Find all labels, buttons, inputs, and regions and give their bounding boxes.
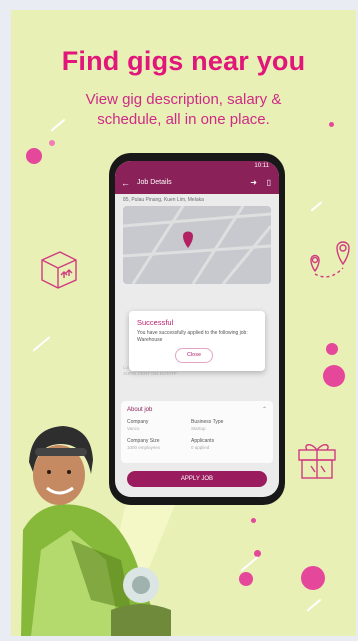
screen-title: Job Details bbox=[137, 179, 172, 186]
back-arrow-icon[interactable]: ← bbox=[121, 178, 130, 188]
map-location-icon bbox=[310, 241, 350, 278]
decor-dot bbox=[326, 343, 338, 355]
decor-dot bbox=[49, 140, 55, 146]
phone-mockup: 10:11 ← Job Details ➜ ▯ 85, Pulau Pinang… bbox=[109, 153, 285, 505]
decor-dot bbox=[323, 365, 345, 387]
promo-subline: View gig description, salary & schedule,… bbox=[29, 90, 338, 130]
decor-dot bbox=[239, 572, 253, 586]
decor-dot bbox=[329, 122, 334, 127]
app-bar: ← Job Details ➜ ▯ bbox=[115, 173, 279, 194]
decor-dot bbox=[301, 566, 325, 590]
phone-screen: 10:11 ← Job Details ➜ ▯ 85, Pulau Pinang… bbox=[115, 161, 279, 497]
decor-stroke bbox=[32, 336, 51, 352]
decor-stroke bbox=[310, 201, 323, 212]
promo-subline-1: View gig description, salary & bbox=[85, 91, 282, 108]
promo-headline: Find gigs near you bbox=[61, 46, 306, 76]
field-company-size: Company Size 1000 employees bbox=[127, 438, 161, 450]
dialog-close-button[interactable]: Close bbox=[175, 348, 213, 363]
package-box-icon bbox=[41, 251, 77, 289]
bookmark-icon[interactable]: ▯ bbox=[267, 178, 271, 187]
field-company: Company Vanco bbox=[127, 419, 149, 431]
field-applicants: Applicants 0 applied bbox=[191, 438, 215, 450]
about-job-section: About job ⌃ Company Vanco Business Type … bbox=[121, 401, 273, 463]
share-icon[interactable]: ➜ bbox=[250, 178, 257, 187]
dialog-title: Successful bbox=[137, 318, 174, 327]
gift-box-icon bbox=[298, 444, 336, 479]
success-dialog: Successful You have successfully applied… bbox=[129, 311, 265, 371]
decor-dot bbox=[251, 518, 256, 523]
status-bar: 10:11 bbox=[115, 161, 279, 173]
decor-stroke bbox=[240, 556, 259, 572]
promo-subline-2: schedule, all in one place. bbox=[97, 111, 270, 128]
about-job-title: About job bbox=[127, 407, 153, 413]
decor-stroke bbox=[306, 598, 322, 612]
promo-card: Find gigs near you View gig description,… bbox=[11, 10, 356, 636]
status-time: 10:11 bbox=[254, 163, 269, 169]
field-business-type: Business Type Startup bbox=[191, 419, 224, 431]
chevron-up-icon[interactable]: ⌃ bbox=[262, 406, 267, 413]
screenshot-frame: Find gigs near you View gig description,… bbox=[0, 0, 358, 641]
decor-dot bbox=[26, 148, 42, 164]
dialog-message: You have successfully applied to the fol… bbox=[137, 330, 248, 343]
apply-job-button[interactable]: APPLY JOB bbox=[127, 471, 267, 487]
